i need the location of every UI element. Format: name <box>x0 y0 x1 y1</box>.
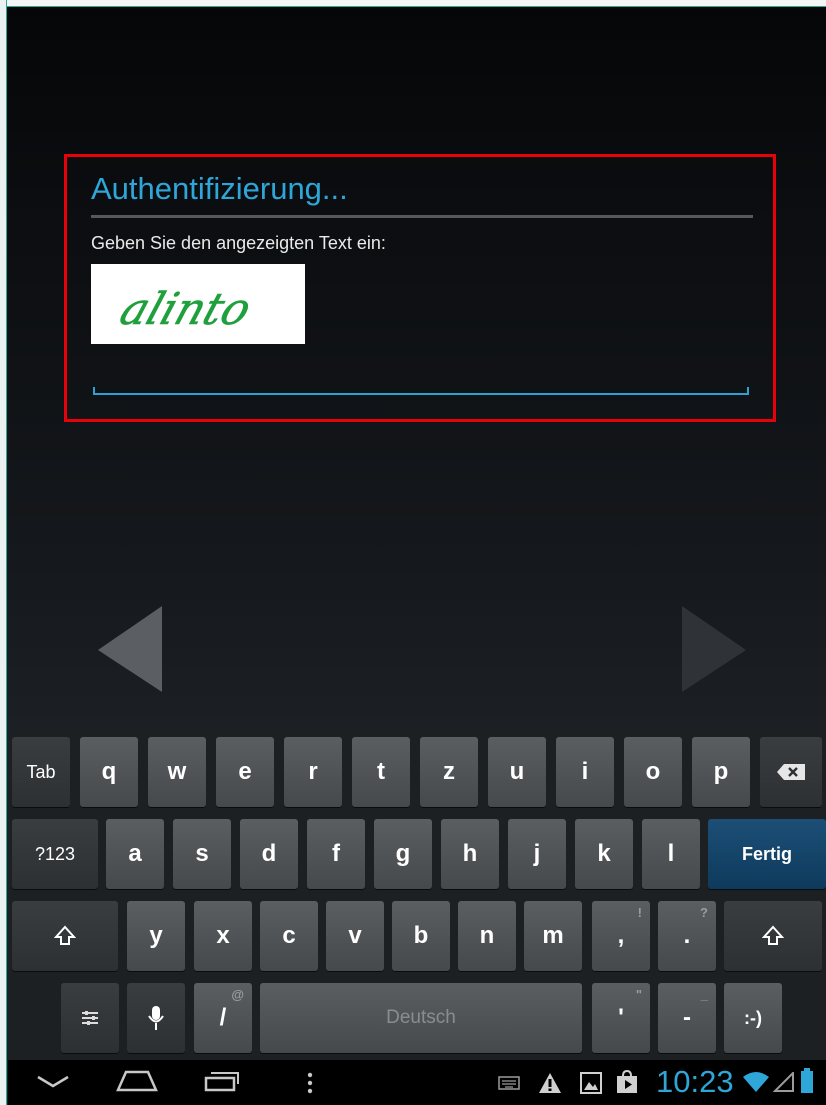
battery-icon <box>801 1068 813 1093</box>
status-clock: 10:23 <box>656 1064 734 1099</box>
dash-hint: _ <box>700 987 708 1002</box>
key-y[interactable]: y <box>127 901 185 971</box>
shift-key-left[interactable] <box>12 901 118 971</box>
key-t[interactable]: t <box>352 737 410 807</box>
input-right-tick <box>747 387 749 395</box>
shift-key-right[interactable] <box>724 901 822 971</box>
key-h[interactable]: h <box>441 819 499 889</box>
left-edge <box>0 0 7 1105</box>
done-key[interactable]: Fertig <box>708 819 826 889</box>
dialog-prompt: Geben Sie den angezeigten Text ein: <box>91 233 386 253</box>
smiley-key[interactable]: :-) <box>724 983 782 1053</box>
key-b[interactable]: b <box>392 901 450 971</box>
shift-icon <box>762 925 784 945</box>
key-apostrophe[interactable]: ' " <box>592 983 650 1053</box>
key-x[interactable]: x <box>194 901 252 971</box>
key-m[interactable]: m <box>524 901 582 971</box>
voice-input-key[interactable] <box>127 983 185 1053</box>
settings-sliders-icon <box>82 1011 98 1025</box>
hide-keyboard-icon[interactable] <box>36 1074 70 1090</box>
warning-icon <box>539 1073 561 1093</box>
key-s[interactable]: s <box>173 819 231 889</box>
signal-icon <box>772 1072 794 1092</box>
backspace-key[interactable] <box>760 737 822 807</box>
next-arrow-button[interactable] <box>680 604 750 696</box>
key-f[interactable]: f <box>307 819 365 889</box>
key-o[interactable]: o <box>624 737 682 807</box>
slash-hint: @ <box>231 987 244 1002</box>
key-l[interactable]: l <box>642 819 700 889</box>
soft-keyboard: Tab q w e r t z u i o p ?123 a s d f g h… <box>8 731 826 1060</box>
key-j[interactable]: j <box>508 819 566 889</box>
key-p[interactable]: p <box>692 737 750 807</box>
top-edge <box>0 0 826 7</box>
dialog-title-divider <box>91 215 753 218</box>
captcha-input[interactable] <box>93 381 749 395</box>
keyboard-notification-icon <box>498 1076 520 1090</box>
key-w[interactable]: w <box>148 737 206 807</box>
key-k[interactable]: k <box>575 819 633 889</box>
key-a[interactable]: a <box>106 819 164 889</box>
comma-hint: ! <box>637 905 642 920</box>
settings-key[interactable] <box>61 983 119 1053</box>
period-hint: ? <box>700 905 708 920</box>
microphone-icon <box>148 1006 164 1030</box>
input-left-tick <box>93 387 95 395</box>
home-icon[interactable] <box>116 1068 158 1092</box>
system-navigation-bar: 10:23 <box>8 1060 826 1105</box>
play-store-icon <box>617 1070 637 1093</box>
space-key[interactable]: Deutsch <box>260 983 582 1053</box>
key-u[interactable]: u <box>488 737 546 807</box>
tab-key[interactable]: Tab <box>12 737 70 807</box>
apostrophe-hint: " <box>635 987 642 1002</box>
key-e[interactable]: e <box>216 737 274 807</box>
screen: Authentifizierung... Geben Sie den angez… <box>0 0 826 1105</box>
key-slash[interactable]: / @ <box>194 983 252 1053</box>
recent-apps-icon[interactable] <box>204 1070 240 1092</box>
key-q[interactable]: q <box>80 737 138 807</box>
previous-arrow-button[interactable] <box>96 604 166 696</box>
key-c[interactable]: c <box>260 901 318 971</box>
wifi-icon <box>743 1072 769 1092</box>
key-v[interactable]: v <box>326 901 384 971</box>
captcha-text: alinto <box>114 283 258 335</box>
backspace-icon <box>777 764 805 780</box>
key-d[interactable]: d <box>240 819 298 889</box>
key-g[interactable]: g <box>374 819 432 889</box>
dialog-title: Authentifizierung... <box>91 171 348 206</box>
key-i[interactable]: i <box>556 737 614 807</box>
captcha-image: alinto <box>91 264 305 344</box>
key-comma[interactable]: ,! <box>592 901 650 971</box>
key-n[interactable]: n <box>458 901 516 971</box>
gallery-icon <box>580 1072 602 1094</box>
key-r[interactable]: r <box>284 737 342 807</box>
shift-icon <box>54 925 76 945</box>
authentication-dialog: Authentifizierung... Geben Sie den angez… <box>64 154 776 422</box>
menu-dots-icon[interactable] <box>306 1072 314 1094</box>
key-dash[interactable]: - _ <box>658 983 716 1053</box>
numbers-key[interactable]: ?123 <box>12 819 98 889</box>
key-z[interactable]: z <box>420 737 478 807</box>
key-period[interactable]: .? <box>658 901 716 971</box>
